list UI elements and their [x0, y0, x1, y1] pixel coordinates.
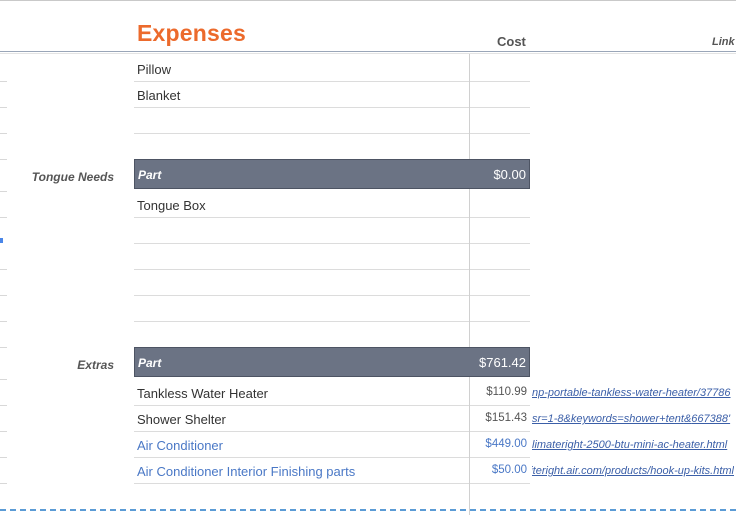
item-name: Tongue Box [137, 198, 206, 213]
table-row[interactable]: Blanket [134, 82, 530, 108]
column-header-link: Link [712, 36, 735, 48]
section-label-extras: Extras [77, 358, 114, 372]
item-name: Shower Shelter [137, 412, 226, 427]
item-cost: $50.00 [491, 464, 527, 476]
item-cost: $449.00 [485, 438, 527, 450]
row-tick [0, 457, 7, 458]
section-header-band[interactable]: Part $0.00 [134, 159, 530, 189]
table-row[interactable] [134, 270, 530, 296]
table-row[interactable]: Air Conditioner Interior Finishing parts… [134, 458, 530, 484]
row-tick [0, 107, 7, 108]
item-name: Blanket [137, 88, 181, 103]
table-row[interactable]: Pillow [134, 56, 530, 82]
row-tick [0, 431, 7, 432]
band-total: $761.42 [479, 355, 526, 370]
row-tick [0, 269, 7, 270]
item-link[interactable]: limateright-2500-btu-mini-ac-heater.html [532, 439, 734, 451]
column-header-cost: Cost [497, 34, 526, 49]
section-header-band[interactable]: Part $761.42 [134, 347, 530, 377]
sheet-title: Expenses [137, 20, 246, 46]
frozen-row-divider [0, 51, 736, 52]
row-tick [0, 217, 7, 218]
row-tick [0, 321, 7, 322]
section-label-tongue-needs: Tongue Needs [31, 170, 114, 184]
table-row[interactable] [134, 108, 530, 134]
selection-marker [0, 238, 3, 243]
row-tick [0, 133, 7, 134]
table-row[interactable] [134, 296, 530, 322]
item-link[interactable]: '667388&sr=1-8&keywords=shower+tent [532, 413, 734, 425]
row-tick [0, 405, 7, 406]
item-cost: $110.99 [486, 386, 527, 398]
item-name-link[interactable]: Air Conditioner [137, 438, 223, 453]
frozen-row-shadow [0, 53, 736, 54]
table-row[interactable]: Air Conditioner $449.00 [134, 432, 530, 458]
band-part-label: Part [138, 356, 162, 370]
item-link[interactable]: np-portable-tankless-water-heater/37786 [532, 387, 734, 399]
table-row[interactable] [134, 244, 530, 270]
item-name: Tankless Water Heater [137, 386, 269, 401]
band-total: $0.00 [493, 167, 526, 182]
row-tick [0, 295, 7, 296]
item-name-link[interactable]: Air Conditioner Interior Finishing parts [137, 464, 355, 479]
table-row[interactable]: Shower Shelter $151.43 [134, 406, 530, 432]
row-tick [0, 81, 7, 82]
table-row[interactable] [134, 218, 530, 244]
band-part-label: Part [138, 168, 162, 182]
row-tick [0, 159, 7, 160]
row-tick [0, 483, 7, 484]
item-cost: $151.43 [485, 412, 527, 424]
item-name: Pillow [137, 62, 171, 77]
row-tick [0, 347, 7, 348]
table-row[interactable]: Tongue Box [134, 192, 530, 218]
table-row[interactable]: Tankless Water Heater $110.99 [134, 380, 530, 406]
page-break-line [0, 509, 736, 511]
row-tick [0, 191, 7, 192]
item-link[interactable]: iteright.air.com/products/hook-up-kits.h… [532, 465, 734, 477]
row-tick [0, 379, 7, 380]
top-border [0, 0, 736, 1]
